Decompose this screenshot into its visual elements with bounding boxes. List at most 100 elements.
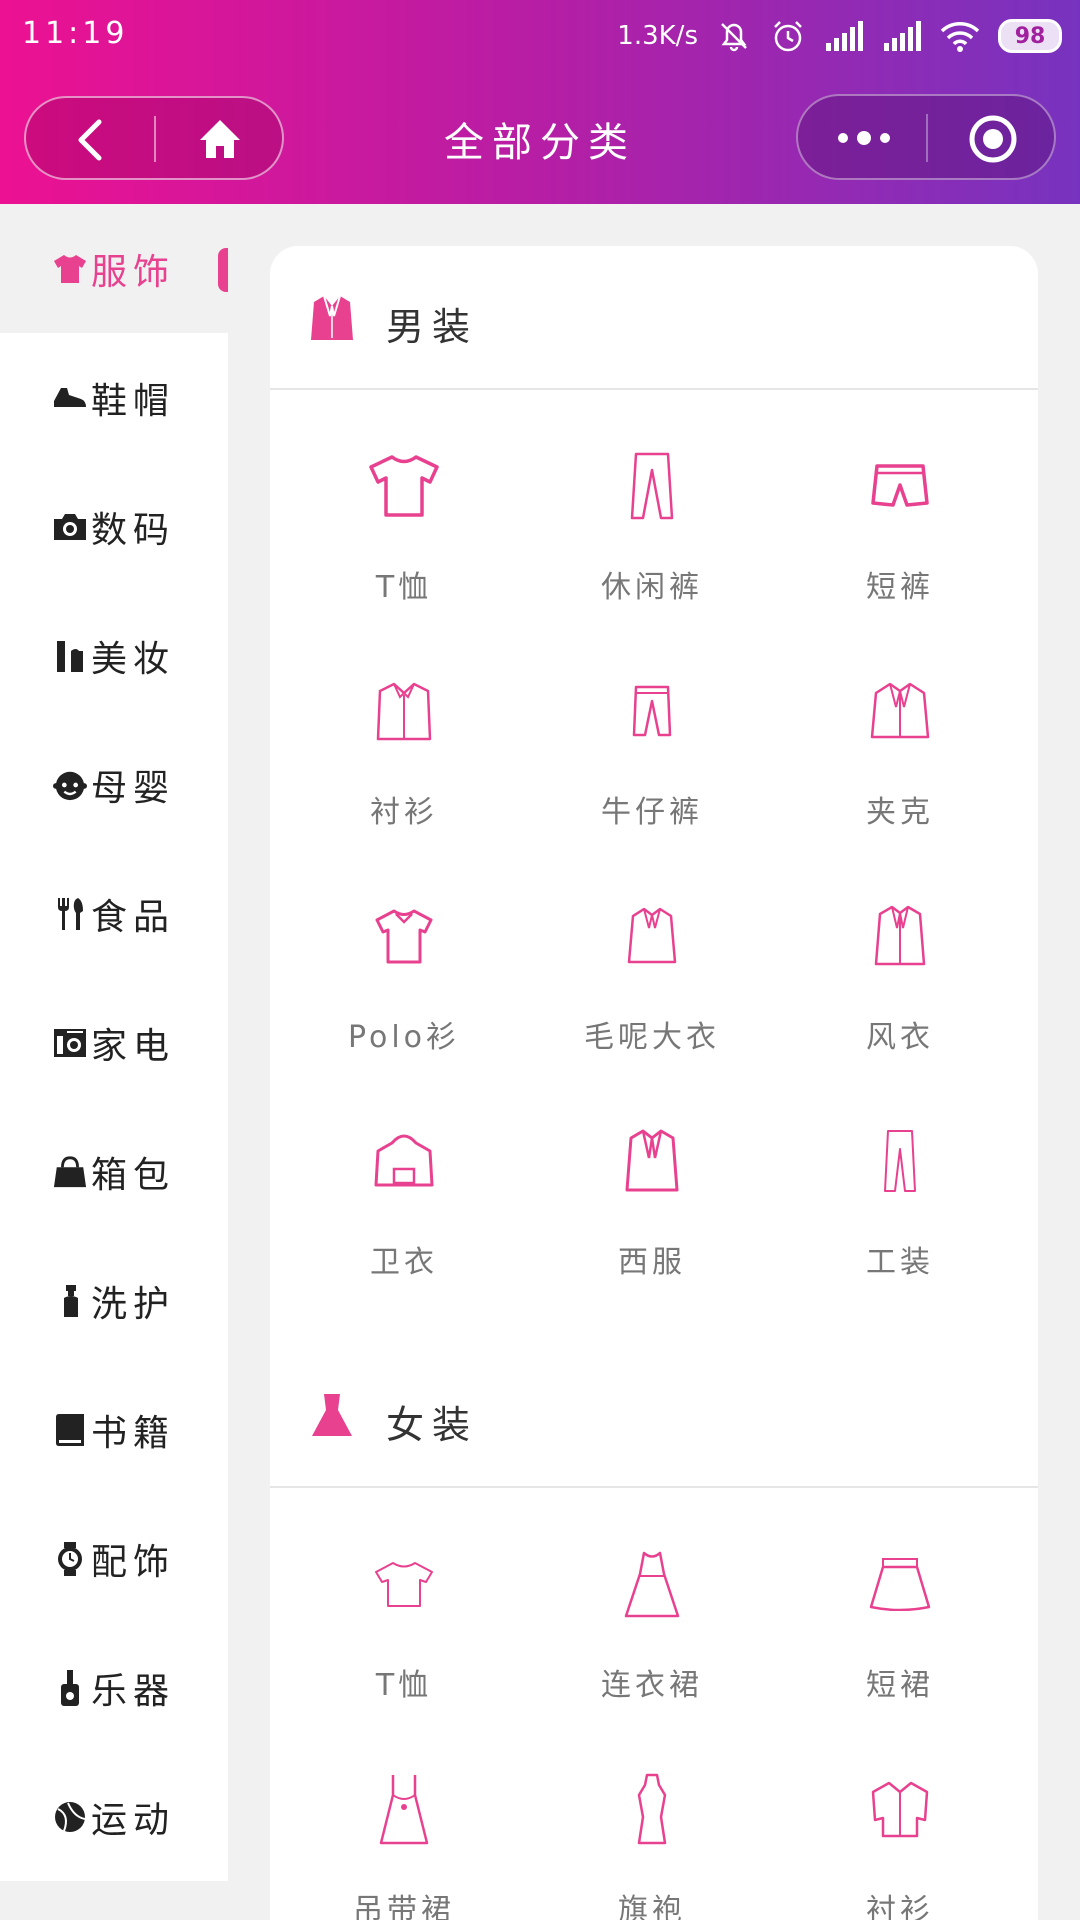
jeans-icon — [612, 671, 692, 751]
category-item[interactable]: 衬衫 — [280, 639, 528, 864]
close-miniapp-icon[interactable] — [968, 114, 1018, 164]
more-icon[interactable] — [828, 116, 900, 160]
category-label: 牛仔裤 — [601, 795, 703, 830]
category-item[interactable]: 衬衫 — [776, 1737, 1024, 1920]
category-label: 衬衫 — [866, 1893, 934, 1920]
sidebar-item-label: 箱包 — [90, 1154, 175, 1196]
category-label: 夹克 — [866, 795, 934, 830]
network-speed: 1.3K/s — [617, 21, 698, 51]
sidebar-item-care[interactable]: 洗护 — [0, 1236, 228, 1365]
section-header-menswear: 男装 — [270, 246, 1038, 390]
blouse-icon — [860, 1769, 940, 1849]
app-header: 11:19 1.3K/s 98 全部分类 — [0, 0, 1080, 204]
category-item[interactable]: 牛仔裤 — [528, 639, 776, 864]
sidebar-item-label: 书籍 — [90, 1412, 175, 1454]
bag-icon — [53, 1155, 87, 1189]
menu-capsule — [796, 94, 1056, 180]
category-item[interactable]: 短裤 — [776, 414, 1024, 639]
coat-icon — [612, 896, 692, 976]
category-label: 短裙 — [866, 1668, 934, 1703]
status-icons: 1.3K/s 98 — [617, 14, 1062, 58]
category-item[interactable]: 毛呢大衣 — [528, 864, 776, 1089]
qipao-icon — [612, 1769, 692, 1849]
category-label: 工装 — [866, 1245, 934, 1280]
spray-bottle-icon — [53, 1284, 87, 1318]
sidebar-item-label: 母婴 — [90, 767, 175, 809]
skirt-icon — [860, 1544, 940, 1624]
category-label: T恤 — [375, 570, 433, 605]
sidebar-item-label: 服饰 — [90, 251, 175, 293]
signal-icon-2 — [884, 21, 921, 51]
section-title: 男装 — [386, 305, 479, 349]
camera-icon — [53, 510, 87, 544]
sidebar-item-clothing[interactable]: 服饰 — [0, 204, 228, 333]
sidebar-item-beauty[interactable]: 美妆 — [0, 591, 228, 720]
sidebar-item-instruments[interactable]: 乐器 — [0, 1623, 228, 1752]
category-item[interactable]: Polo衫 — [280, 864, 528, 1089]
sidebar-item-shoes[interactable]: 鞋帽 — [0, 333, 228, 462]
sidebar-item-label: 鞋帽 — [90, 380, 175, 422]
shirt-icon — [53, 252, 87, 286]
sidebar-item-books[interactable]: 书籍 — [0, 1365, 228, 1494]
category-item[interactable]: 短裙 — [776, 1512, 1024, 1737]
sidebar-item-digital[interactable]: 数码 — [0, 462, 228, 591]
sidebar-item-label: 食品 — [90, 896, 175, 938]
tshirt-icon — [364, 446, 444, 526]
jacket-icon — [860, 671, 940, 751]
sidebar-item-sports[interactable]: 运动 — [0, 1752, 228, 1881]
category-item[interactable]: 旗袍 — [528, 1737, 776, 1920]
category-label: 卫衣 — [370, 1245, 438, 1280]
category-label: 风衣 — [866, 1020, 934, 1055]
sidebar-item-label: 家电 — [90, 1025, 175, 1067]
long-dress-icon — [612, 1544, 692, 1624]
sidebar-item-label: 美妆 — [90, 638, 175, 680]
category-content: 男装 T恤 休闲裤 短裤 衬衫 牛仔裤 夹克 Polo衫 毛呢大衣 风衣 卫衣 — [270, 246, 1038, 1920]
category-label: 旗袍 — [618, 1893, 686, 1920]
status-bar: 11:19 1.3K/s 98 — [0, 0, 1080, 70]
category-item[interactable]: 夹克 — [776, 639, 1024, 864]
sidebar-item-food[interactable]: 食品 — [0, 849, 228, 978]
battery-indicator: 98 — [998, 19, 1062, 53]
section-header-womenswear: 女装 — [270, 1344, 1038, 1488]
category-item[interactable]: T恤 — [280, 414, 528, 639]
hoodie-icon — [364, 1121, 444, 1201]
category-item[interactable]: 卫衣 — [280, 1089, 528, 1314]
cargo-pants-icon — [860, 1121, 940, 1201]
women-tshirt-icon — [364, 1544, 444, 1624]
sidebar-item-baby[interactable]: 母婴 — [0, 720, 228, 849]
category-item[interactable]: T恤 — [280, 1512, 528, 1737]
sidebar-item-label: 洗护 — [90, 1283, 175, 1325]
alarm-icon — [774, 21, 802, 52]
sidebar-item-label: 配饰 — [90, 1541, 175, 1583]
category-item[interactable]: 工装 — [776, 1089, 1024, 1314]
category-label: 休闲裤 — [601, 570, 703, 605]
baby-icon — [52, 768, 87, 802]
category-label: 衬衫 — [370, 795, 438, 830]
signal-icon — [826, 21, 863, 51]
sidebar-item-label: 乐器 — [90, 1670, 175, 1712]
category-label: 连衣裙 — [601, 1668, 703, 1703]
appliance-icon — [53, 1026, 87, 1060]
polo-shirt-icon — [364, 896, 444, 976]
sidebar-item-bags[interactable]: 箱包 — [0, 1107, 228, 1236]
lipstick-icon — [53, 639, 87, 673]
slip-dress-icon — [364, 1769, 444, 1849]
category-item[interactable]: 休闲裤 — [528, 414, 776, 639]
dress-icon — [310, 1392, 358, 1440]
category-item[interactable]: 风衣 — [776, 864, 1024, 1089]
category-label: Polo衫 — [347, 1020, 461, 1055]
sidebar-item-label: 运动 — [90, 1799, 175, 1841]
sidebar-item-appliance[interactable]: 家电 — [0, 978, 228, 1107]
category-item[interactable]: 连衣裙 — [528, 1512, 776, 1737]
capsule-divider — [926, 114, 928, 162]
shorts-icon — [860, 446, 940, 526]
trench-coat-icon — [860, 896, 940, 976]
category-item[interactable]: 吊带裙 — [280, 1737, 528, 1920]
sidebar-item-label: 数码 — [90, 509, 175, 551]
category-label: 西服 — [618, 1245, 686, 1280]
shirt-outline-icon — [364, 671, 444, 751]
sidebar-item-accessories[interactable]: 配饰 — [0, 1494, 228, 1623]
category-label: 吊带裙 — [353, 1893, 455, 1920]
watch-icon — [53, 1541, 87, 1576]
category-item[interactable]: 西服 — [528, 1089, 776, 1314]
